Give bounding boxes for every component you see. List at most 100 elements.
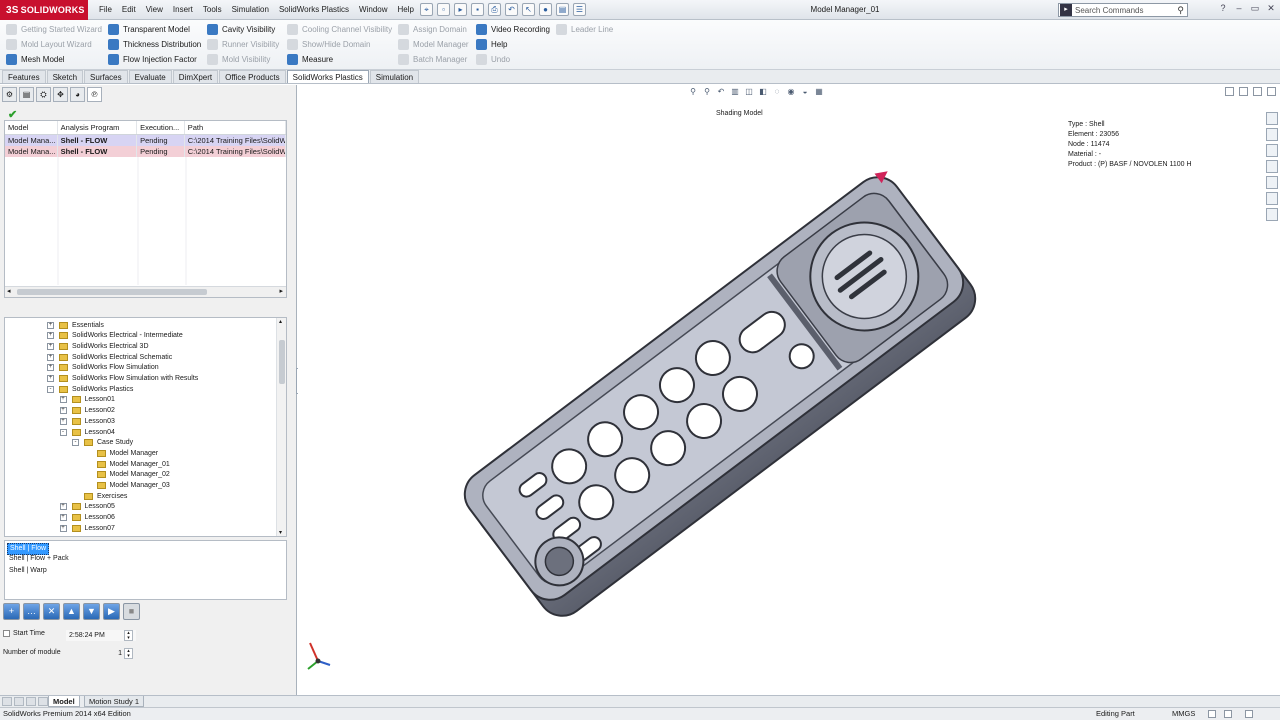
- run-icon[interactable]: ▶: [103, 603, 120, 620]
- col-execution[interactable]: Execution...: [137, 121, 185, 134]
- tree-item[interactable]: + Essentials: [47, 320, 104, 330]
- part-model[interactable]: [438, 163, 998, 633]
- tree-vertical-scrollbar[interactable]: ▴ ▾: [276, 318, 286, 536]
- prev-tab-icon[interactable]: [14, 697, 24, 706]
- scroll-down-icon[interactable]: ▾: [279, 529, 282, 536]
- tree-item[interactable]: + Lesson07: [59, 523, 115, 533]
- time-spinner-icon[interactable]: ▴ ▾: [124, 630, 133, 641]
- scroll-up-icon[interactable]: ▴: [279, 318, 282, 325]
- menu-file[interactable]: File: [94, 0, 117, 20]
- section-view-icon[interactable]: ▥: [730, 87, 740, 97]
- collapse-icon[interactable]: -: [47, 385, 54, 393]
- flow-injection-factor-button[interactable]: Flow Injection Factor: [108, 52, 197, 66]
- table-row[interactable]: Model Mana... Shell - FLOW Pending C:\20…: [5, 146, 286, 157]
- restore-doc-icon[interactable]: [1253, 87, 1262, 96]
- plastics-manager-tab-icon[interactable]: ℗: [87, 87, 102, 102]
- tree-item[interactable]: + SolidWorks Electrical Schematic: [47, 352, 172, 362]
- apply-scene-icon[interactable]: ◒: [800, 87, 810, 97]
- menu-view[interactable]: View: [141, 0, 168, 20]
- tab-office-products[interactable]: Office Products: [219, 70, 286, 83]
- expand-icon[interactable]: +: [47, 375, 54, 382]
- module-spinner-icon[interactable]: ▴ ▾: [124, 648, 133, 659]
- batch-manager-button[interactable]: Batch Manager: [398, 52, 467, 66]
- hide-show-items-icon[interactable]: ◌: [772, 87, 782, 97]
- scroll-right-icon[interactable]: ▸: [279, 287, 283, 295]
- menu-insert[interactable]: Insert: [168, 0, 198, 20]
- menu-window[interactable]: Window: [354, 0, 392, 20]
- more-options-icon[interactable]: …: [23, 603, 40, 620]
- getting-started-wizard-button[interactable]: Getting Started Wizard: [6, 22, 102, 36]
- open-icon[interactable]: ▸: [454, 3, 467, 16]
- tree-item[interactable]: + SolidWorks Flow Simulation with Results: [47, 374, 198, 384]
- design-library-icon[interactable]: [1266, 128, 1278, 141]
- tab-evaluate[interactable]: Evaluate: [128, 70, 172, 83]
- solidworks-logo[interactable]: 3S SOLIDWORKS: [0, 0, 88, 20]
- assign-domain-button[interactable]: Assign Domain: [398, 22, 467, 36]
- minimize-icon[interactable]: –: [1234, 3, 1244, 14]
- save-icon[interactable]: ▪: [471, 3, 484, 16]
- thickness-distribution-button[interactable]: Thickness Distribution: [108, 37, 201, 51]
- table-row[interactable]: Model Mana... Shell - FLOW Pending C:\20…: [5, 135, 286, 146]
- table-horizontal-scrollbar[interactable]: ◂ ▸: [5, 286, 286, 297]
- show-hide-domain-button[interactable]: Show/Hide Domain: [287, 37, 370, 51]
- col-analysis-program[interactable]: Analysis Program: [58, 121, 138, 134]
- tree-item[interactable]: + Lesson06: [59, 513, 115, 523]
- menu-help[interactable]: Help: [393, 0, 419, 20]
- mold-layout-wizard-button[interactable]: Mold Layout Wizard: [6, 37, 92, 51]
- rebuild-status-icon[interactable]: [1224, 710, 1232, 718]
- view-palette-icon[interactable]: [1266, 160, 1278, 173]
- expand-icon[interactable]: +: [59, 535, 67, 536]
- scroll-thumb[interactable]: [17, 289, 207, 295]
- measure-button[interactable]: Measure: [287, 52, 333, 66]
- close-doc-icon[interactable]: [1267, 87, 1276, 96]
- tab-sketch[interactable]: Sketch: [46, 70, 84, 83]
- dimxpert-tab-icon[interactable]: ✥: [53, 87, 68, 102]
- zoom-to-area-icon[interactable]: ⚲: [702, 87, 712, 97]
- help-button[interactable]: Help: [476, 37, 507, 51]
- help-status-icon[interactable]: [1245, 710, 1253, 718]
- file-explorer-icon[interactable]: [1266, 144, 1278, 157]
- search-commands-input[interactable]: ▸ Search Commands ⚲: [1058, 3, 1188, 17]
- leader-line-button[interactable]: Leader Line: [556, 22, 613, 36]
- cavity-visibility-button[interactable]: Cavity Visibility: [207, 22, 275, 36]
- tree-item[interactable]: + Lesson05: [59, 502, 115, 512]
- tree-item[interactable]: + Lesson02: [59, 406, 115, 416]
- new-document-icon[interactable]: ▫: [437, 3, 450, 16]
- rebuild-icon[interactable]: ●: [539, 3, 552, 16]
- pin-icon[interactable]: ⌖: [420, 3, 433, 16]
- collapse-icon[interactable]: -: [72, 439, 79, 447]
- edit-appearance-icon[interactable]: ◉: [786, 87, 796, 97]
- stop-icon[interactable]: ■: [123, 603, 140, 620]
- tree-item[interactable]: - Lesson04: [59, 427, 115, 437]
- zoom-to-fit-icon[interactable]: ⚲: [688, 87, 698, 97]
- col-path[interactable]: Path: [185, 121, 286, 134]
- tree-item[interactable]: + SolidWorks Electrical 3D: [47, 341, 149, 351]
- display-style-icon[interactable]: ◧: [758, 87, 768, 97]
- graphics-area[interactable]: ⚲ ⚲ ↶ ▥ ◫ ◧ ◌ ◉ ◒ ▦ Shading Model Type :…: [298, 85, 1280, 695]
- close-icon[interactable]: ✕: [1266, 3, 1276, 14]
- move-up-icon[interactable]: ▲: [63, 603, 80, 620]
- scroll-left-icon[interactable]: ◂: [7, 287, 11, 295]
- appearances-icon[interactable]: [1266, 176, 1278, 189]
- search-mode-icon[interactable]: ▸: [1060, 4, 1072, 16]
- delete-job-icon[interactable]: ✕: [43, 603, 60, 620]
- options-icon[interactable]: ☰: [573, 3, 586, 16]
- tree-item[interactable]: + Lesson01: [59, 395, 115, 405]
- expand-icon[interactable]: +: [47, 364, 54, 372]
- tree-item[interactable]: - Case Study: [72, 438, 133, 448]
- tab-simulation[interactable]: Simulation: [369, 70, 420, 83]
- search-icon[interactable]: ⚲: [1177, 5, 1184, 16]
- tree-item[interactable]: + SolidWorks Electrical - Intermediate: [47, 331, 183, 341]
- menu-solidworks-plastics[interactable]: SolidWorks Plastics: [274, 0, 354, 20]
- expand-icon[interactable]: +: [59, 503, 67, 511]
- resources-icon[interactable]: [1266, 112, 1278, 125]
- expand-icon[interactable]: +: [47, 353, 54, 361]
- expand-icon[interactable]: +: [59, 417, 67, 425]
- study-item[interactable]: Shell | Warp: [7, 566, 49, 576]
- cooling-channel-visibility-button[interactable]: Cooling Channel Visibility: [287, 22, 392, 36]
- runner-visibility-button[interactable]: Runner Visibility: [207, 37, 279, 51]
- tree-item[interactable]: - SolidWorks Plastics: [47, 384, 133, 394]
- tree-item[interactable]: + Lesson08: [59, 534, 115, 536]
- tile-icon[interactable]: [1225, 87, 1234, 96]
- print-icon[interactable]: ⎙: [488, 3, 501, 16]
